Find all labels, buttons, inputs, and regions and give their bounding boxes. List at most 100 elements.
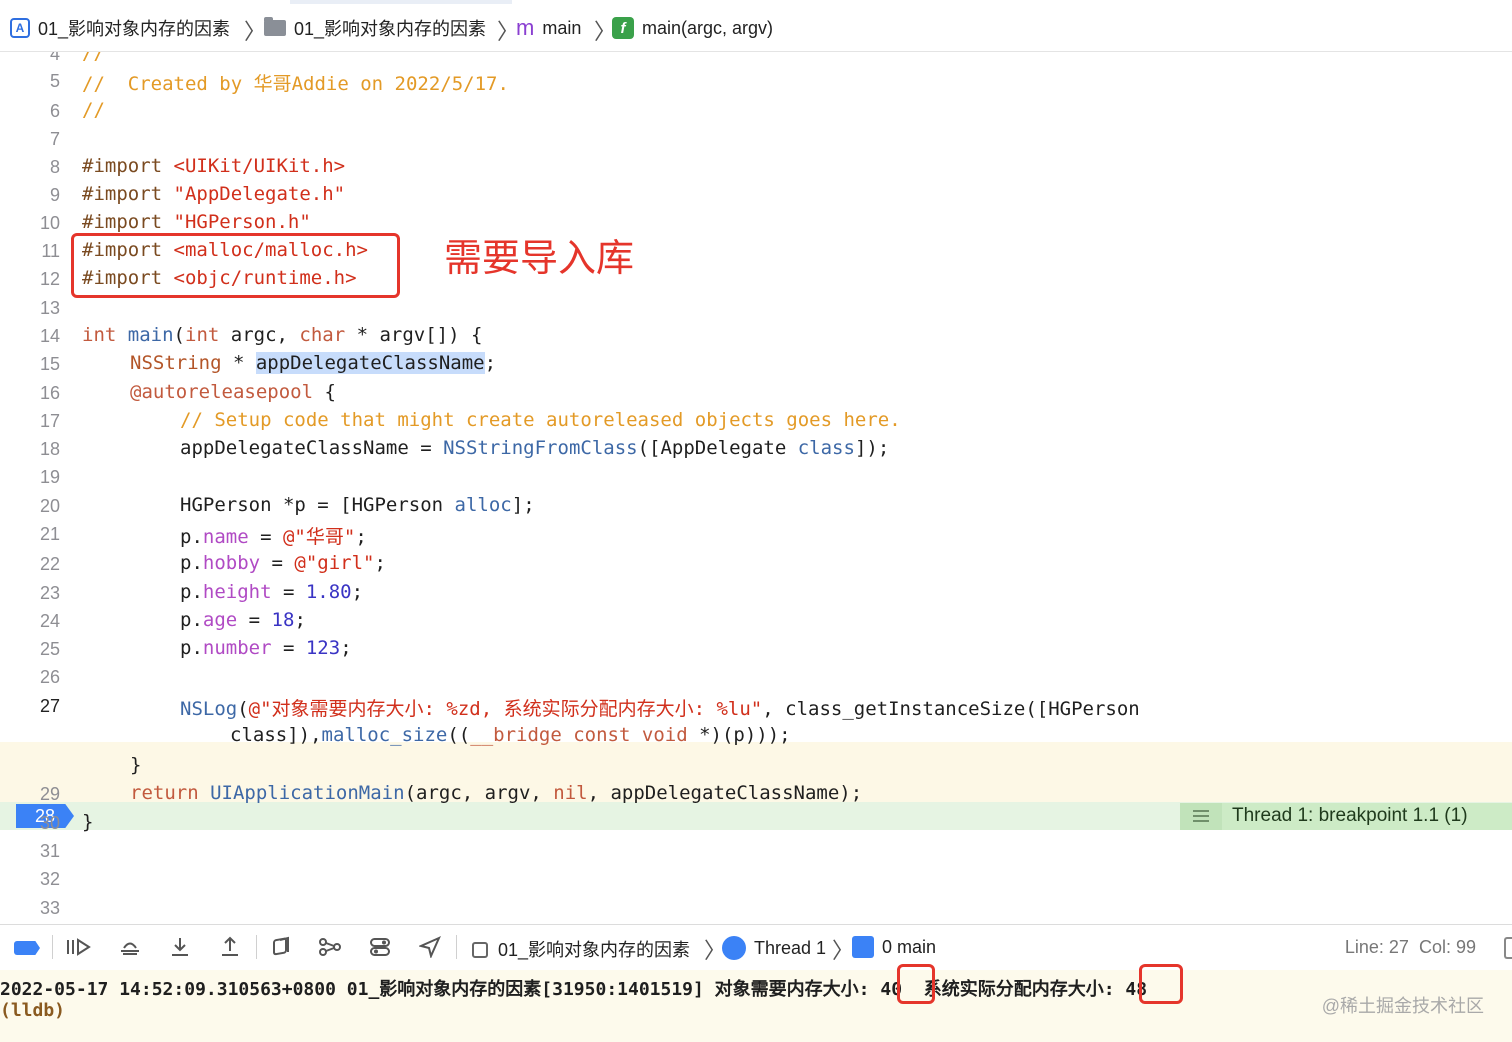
code-line: 19 [0,463,1512,491]
console-output[interactable]: 2022-05-17 14:52:09.310563+0800 01_影响对象内… [0,964,1512,1042]
view-hierarchy-icon[interactable] [268,935,296,959]
code-line: 22 p.hobby = @"girl"; [0,550,1512,578]
debug-bar: 01_影响对象内存的因素 〉 Thread 1 〉 0 main Line: 2… [0,924,1512,970]
memory-graph-icon[interactable] [316,935,344,959]
console-log-line: 2022-05-17 14:52:09.310563+0800 01_影响对象内… [0,979,1148,1000]
code-line: 32 [0,865,1512,893]
code-text: #import "AppDelegate.h" [82,183,346,205]
panel-toggle-icon[interactable] [1504,937,1512,959]
thread-icon [722,936,746,960]
annotation-label: 需要导入库 [444,238,635,280]
code-line: 6 // [0,97,1512,125]
code-text: HGPerson *p = [HGPerson alloc]; [180,494,535,516]
code-text: p.age = 18; [180,609,306,631]
environment-overrides-icon[interactable] [366,935,394,959]
code-line: 20 HGPerson *p = [HGPerson alloc]; [0,492,1512,520]
line-number: 30 [39,813,60,833]
line-number: 20 [39,496,60,516]
code-text: // Setup code that might create autorele… [180,409,901,431]
breadcrumb-file-label: main [542,17,582,38]
line-number: 10 [39,213,60,233]
line-number: 23 [39,583,60,603]
code-text: // [82,99,105,121]
code-text: return UIApplicationMain(argc, argv, nil… [130,782,863,804]
code-line: 21 p.name = @"华哥"; [0,520,1512,548]
code-line: 31 [0,837,1512,865]
code-line: 5 // Created by 华哥Addie on 2022/5/17. [0,67,1512,95]
code-text: p.height = 1.80; [180,581,364,603]
code-line-current: 27 NSLog(@"对象需要内存大小: %zd, 系统实际分配内存大小: %l… [0,692,1512,750]
line-number: 8 [49,157,60,177]
folder-icon [264,17,286,36]
chevron-right-icon: 〉 [244,19,267,44]
frame-user-icon [852,936,874,958]
code-text: #import <UIKit/UIKit.h> [82,155,346,177]
step-over-icon[interactable] [116,935,144,959]
line-number: 16 [39,383,60,403]
code-line: 17 // Setup code that might create autor… [0,407,1512,435]
code-line: } [0,752,1512,780]
code-line: 9 #import "AppDelegate.h" [0,181,1512,209]
line-number: 22 [39,554,60,574]
line-number: 9 [49,185,60,205]
code-text: appDelegateClassName = NSStringFromClass… [180,437,890,459]
line-number: 21 [39,524,60,544]
step-out-icon[interactable] [216,935,244,959]
line-number: 26 [39,667,60,687]
code-line: 24 p.age = 18; [0,607,1512,635]
import-highlight-box [71,233,400,298]
selected-symbol: appDelegateClassName [255,352,485,374]
breadcrumb-folder[interactable]: 01_影响对象内存的因素 [264,16,486,40]
code-line: 14 int main(int argc, char * argv[]) { [0,322,1512,350]
line-number: 11 [41,241,60,261]
value-highlight-box [897,964,935,1004]
watermark: @稀土掘金技术社区 [1321,996,1484,1016]
line-number: 24 [39,611,60,631]
breadcrumb-project[interactable]: A 01_影响对象内存的因素 [10,16,230,40]
code-line: 13 [0,294,1512,322]
code-line: 33 [0,894,1512,922]
cursor-position: Line: 27 Col: 99 [1344,937,1476,957]
continue-icon[interactable] [64,935,92,959]
line-number: 5 [49,71,60,91]
debug-target[interactable]: 01_影响对象内存的因素 [472,936,690,962]
code-text: NSLog(@"对象需要内存大小: %zd, 系统实际分配内存大小: %lu",… [180,698,1140,720]
simulate-location-icon[interactable] [416,935,444,959]
code-text: // Created by 华哥Addie on 2022/5/17. [82,73,509,95]
lldb-prompt: (lldb) [0,1000,66,1021]
line-number: 18 [39,439,60,459]
line-number: 29 [39,784,60,804]
code-text: @autoreleasepool { [130,381,336,403]
line-number: 17 [39,411,60,431]
jump-bar: A 01_影响对象内存的因素 〉 01_影响对象内存的因素 〉 m main 〉… [0,0,1512,52]
code-line: 26 [0,663,1512,691]
code-text: int main(int argc, char * argv[]) { [82,324,483,346]
code-line: 16 @autoreleasepool { [0,379,1512,407]
code-editor[interactable]: 4 // 5 // Created by 华哥Addie on 2022/5/1… [0,52,1512,924]
breadcrumb-function-label: main(argc, argv) [642,17,774,38]
line-number: 19 [39,467,60,487]
code-line: 25 p.number = 123; [0,635,1512,663]
value-highlight-box [1139,964,1183,1004]
active-tab-indicator [290,0,512,4]
code-text: NSString * appDelegateClassName; [130,352,497,374]
debug-thread[interactable]: Thread 1 [722,936,826,960]
code-text: p.hobby = @"girl"; [180,552,386,574]
line-number: 32 [39,869,60,889]
breakpoints-toggle-icon[interactable] [14,941,40,955]
step-into-icon[interactable] [166,935,194,959]
line-number: 15 [39,354,60,374]
debug-frame[interactable]: 0 main [852,936,936,958]
breadcrumb-project-label: 01_影响对象内存的因素 [38,19,231,39]
code-line: 4 // [0,52,1512,68]
line-number: 33 [39,898,60,918]
line-number: 27 [39,696,60,716]
chevron-right-icon: 〉 [832,938,855,963]
code-text: p.name = @"华哥"; [180,526,367,548]
breadcrumb-function[interactable]: f main(argc, argv) [612,16,773,40]
code-line: 18 appDelegateClassName = NSStringFromCl… [0,435,1512,463]
app-icon [472,942,488,958]
code-text: p.number = 123; [180,637,352,659]
code-line: 30 } [0,809,1512,837]
breadcrumb-file[interactable]: m main [516,15,582,40]
